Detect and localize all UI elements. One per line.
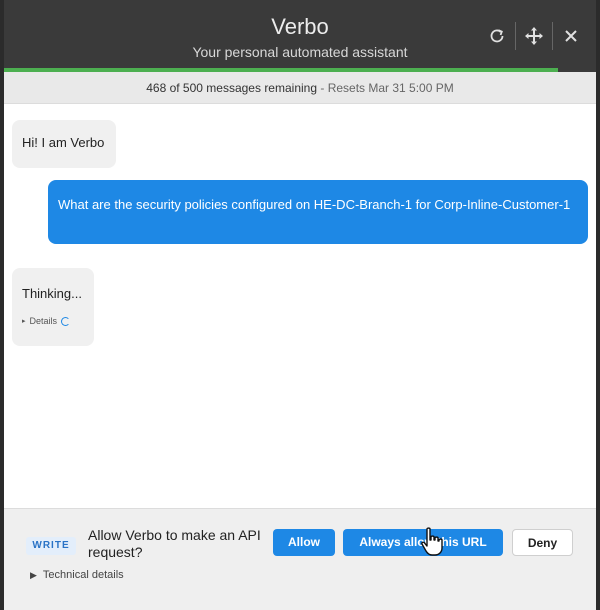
refresh-icon[interactable]: [485, 24, 509, 48]
assistant-thinking-message: Thinking... ▸ Details: [12, 268, 94, 346]
message-text: What are the security policies configure…: [58, 197, 571, 212]
header-divider: [552, 22, 553, 50]
status-separator: -: [317, 81, 328, 95]
header: Verbo Your personal automated assistant: [4, 0, 596, 72]
reset-time: Resets Mar 31 5:00 PM: [327, 81, 454, 95]
technical-details-toggle[interactable]: ▶ Technical details: [30, 569, 124, 581]
close-icon[interactable]: [559, 24, 583, 48]
deny-button[interactable]: Deny: [512, 529, 573, 556]
assistant-message: Hi! I am Verbo: [12, 120, 116, 168]
message-text: Hi! I am Verbo: [22, 135, 105, 150]
api-approval-panel: WRITE Allow Verbo to make an API request…: [4, 508, 596, 610]
usage-status: 468 of 500 messages remaining - Resets M…: [4, 72, 596, 104]
details-toggle[interactable]: ▸ Details: [22, 316, 71, 326]
messages-remaining: 468 of 500 messages remaining: [146, 81, 318, 95]
loading-spinner-icon: [61, 316, 71, 326]
header-divider: [515, 22, 516, 50]
chat-area: Hi! I am Verbo What are the security pol…: [4, 104, 596, 508]
caret-right-icon: ▶: [30, 569, 37, 580]
assistant-window: Verbo Your personal automated assistant …: [4, 0, 596, 610]
hand-pointer-cursor-icon: [420, 527, 444, 562]
move-icon[interactable]: [522, 24, 546, 48]
write-badge: WRITE: [26, 537, 76, 555]
technical-details-label: Technical details: [42, 569, 124, 581]
approval-question: Allow Verbo to make an API request?: [88, 527, 261, 560]
caret-right-icon: ▸: [22, 318, 26, 325]
allow-button[interactable]: Allow: [273, 529, 335, 556]
thinking-text: Thinking...: [22, 286, 82, 301]
details-label: Details: [29, 316, 58, 326]
user-message: What are the security policies configure…: [48, 180, 588, 244]
